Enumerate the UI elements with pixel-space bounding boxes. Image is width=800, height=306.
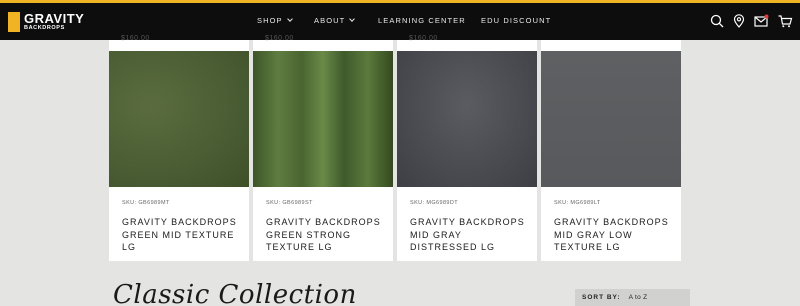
product-name[interactable]: GRAVITY BACKDROPS GREEN MID TEXTURE LG bbox=[122, 216, 242, 254]
product-price: $160.00 bbox=[265, 35, 294, 42]
collection-title: Classic Collection bbox=[113, 280, 357, 306]
sort-value: A to Z bbox=[628, 294, 648, 301]
product-price: $160.00 bbox=[409, 35, 438, 42]
product-sku: SKU: GB6989ST bbox=[266, 200, 313, 206]
sort-dropdown[interactable]: SORT BY: A to Z bbox=[575, 289, 690, 306]
mail-icon[interactable] bbox=[753, 13, 769, 29]
cart-icon[interactable] bbox=[777, 13, 793, 29]
product-card-green-strong[interactable]: $160.00 SKU: GB6989ST GRAVITY BACKDROPS … bbox=[253, 35, 393, 261]
product-price: $160.00 bbox=[121, 35, 150, 42]
nav-shop[interactable]: SHOP bbox=[257, 16, 293, 25]
product-card-gray-distressed[interactable]: $160.00 SKU: MG6989DT GRAVITY BACKDROPS … bbox=[397, 35, 537, 261]
chevron-down-icon bbox=[349, 16, 356, 22]
location-pin-icon[interactable] bbox=[731, 13, 747, 29]
sort-label: SORT BY: bbox=[582, 294, 621, 301]
product-card-gray-low[interactable]: SKU: MG6989LT GRAVITY BACKDROPS MID GRAY… bbox=[541, 40, 681, 261]
product-image[interactable] bbox=[109, 51, 249, 187]
product-card-green-mid[interactable]: $160.00 SKU: GB6989MT GRAVITY BACKDROPS … bbox=[109, 35, 249, 261]
nav-about[interactable]: ABOUT bbox=[314, 16, 356, 25]
product-name[interactable]: GRAVITY BACKDROPS MID GRAY DISTRESSED LG bbox=[410, 216, 530, 254]
product-sku: SKU: GB6989MT bbox=[122, 200, 170, 206]
product-sku: SKU: MG6989LT bbox=[554, 200, 601, 206]
nav-edu-discount[interactable]: EDU DISCOUNT bbox=[481, 16, 551, 25]
product-name[interactable]: GRAVITY BACKDROPS GREEN STRONG TEXTURE L… bbox=[266, 216, 386, 254]
chevron-down-icon bbox=[286, 16, 293, 22]
search-icon[interactable] bbox=[709, 13, 725, 29]
nav-learning-center[interactable]: LEARNING CENTER bbox=[378, 16, 466, 25]
site-header: GRAVITY BACKDROPS SHOP ABOUT LEARNING CE… bbox=[0, 3, 800, 40]
product-image[interactable] bbox=[253, 51, 393, 187]
product-image[interactable] bbox=[541, 51, 681, 187]
product-sku: SKU: MG6989DT bbox=[410, 200, 458, 206]
product-image[interactable] bbox=[397, 51, 537, 187]
main-nav: SHOP ABOUT LEARNING CENTER EDU DISCOUNT bbox=[0, 3, 800, 40]
product-name[interactable]: GRAVITY BACKDROPS MID GRAY LOW TEXTURE L… bbox=[554, 216, 674, 254]
